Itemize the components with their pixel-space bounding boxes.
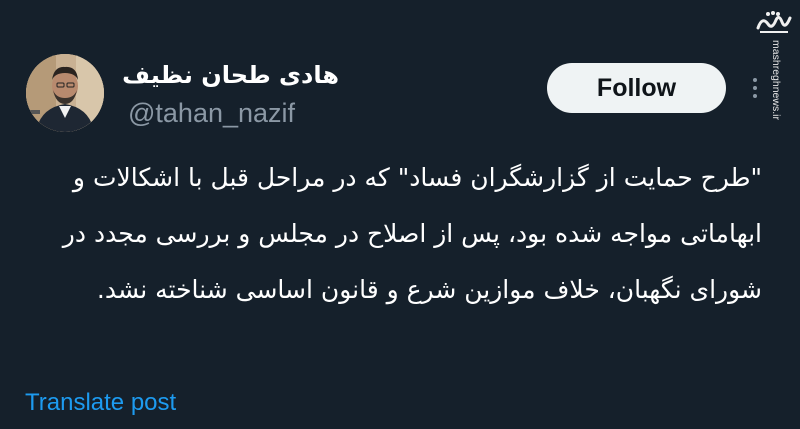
translate-post-link[interactable]: Translate post [25, 388, 176, 418]
username[interactable]: @tahan_nazif [128, 97, 295, 129]
display-name[interactable]: هادی طحان نظیف [122, 60, 339, 90]
follow-button[interactable]: Follow [547, 63, 726, 113]
tweet-card: هادی طحان نظیف @tahan_nazif Follow mashr… [0, 0, 800, 429]
more-horizontal-icon[interactable] [748, 75, 762, 105]
mashregh-logo [754, 8, 794, 38]
tweet-text: "طرح حمایت از گزارشگران فساد" که در مراح… [62, 163, 762, 304]
avatar[interactable] [26, 54, 104, 132]
watermark-site: mashreghnews.ir [770, 40, 782, 120]
